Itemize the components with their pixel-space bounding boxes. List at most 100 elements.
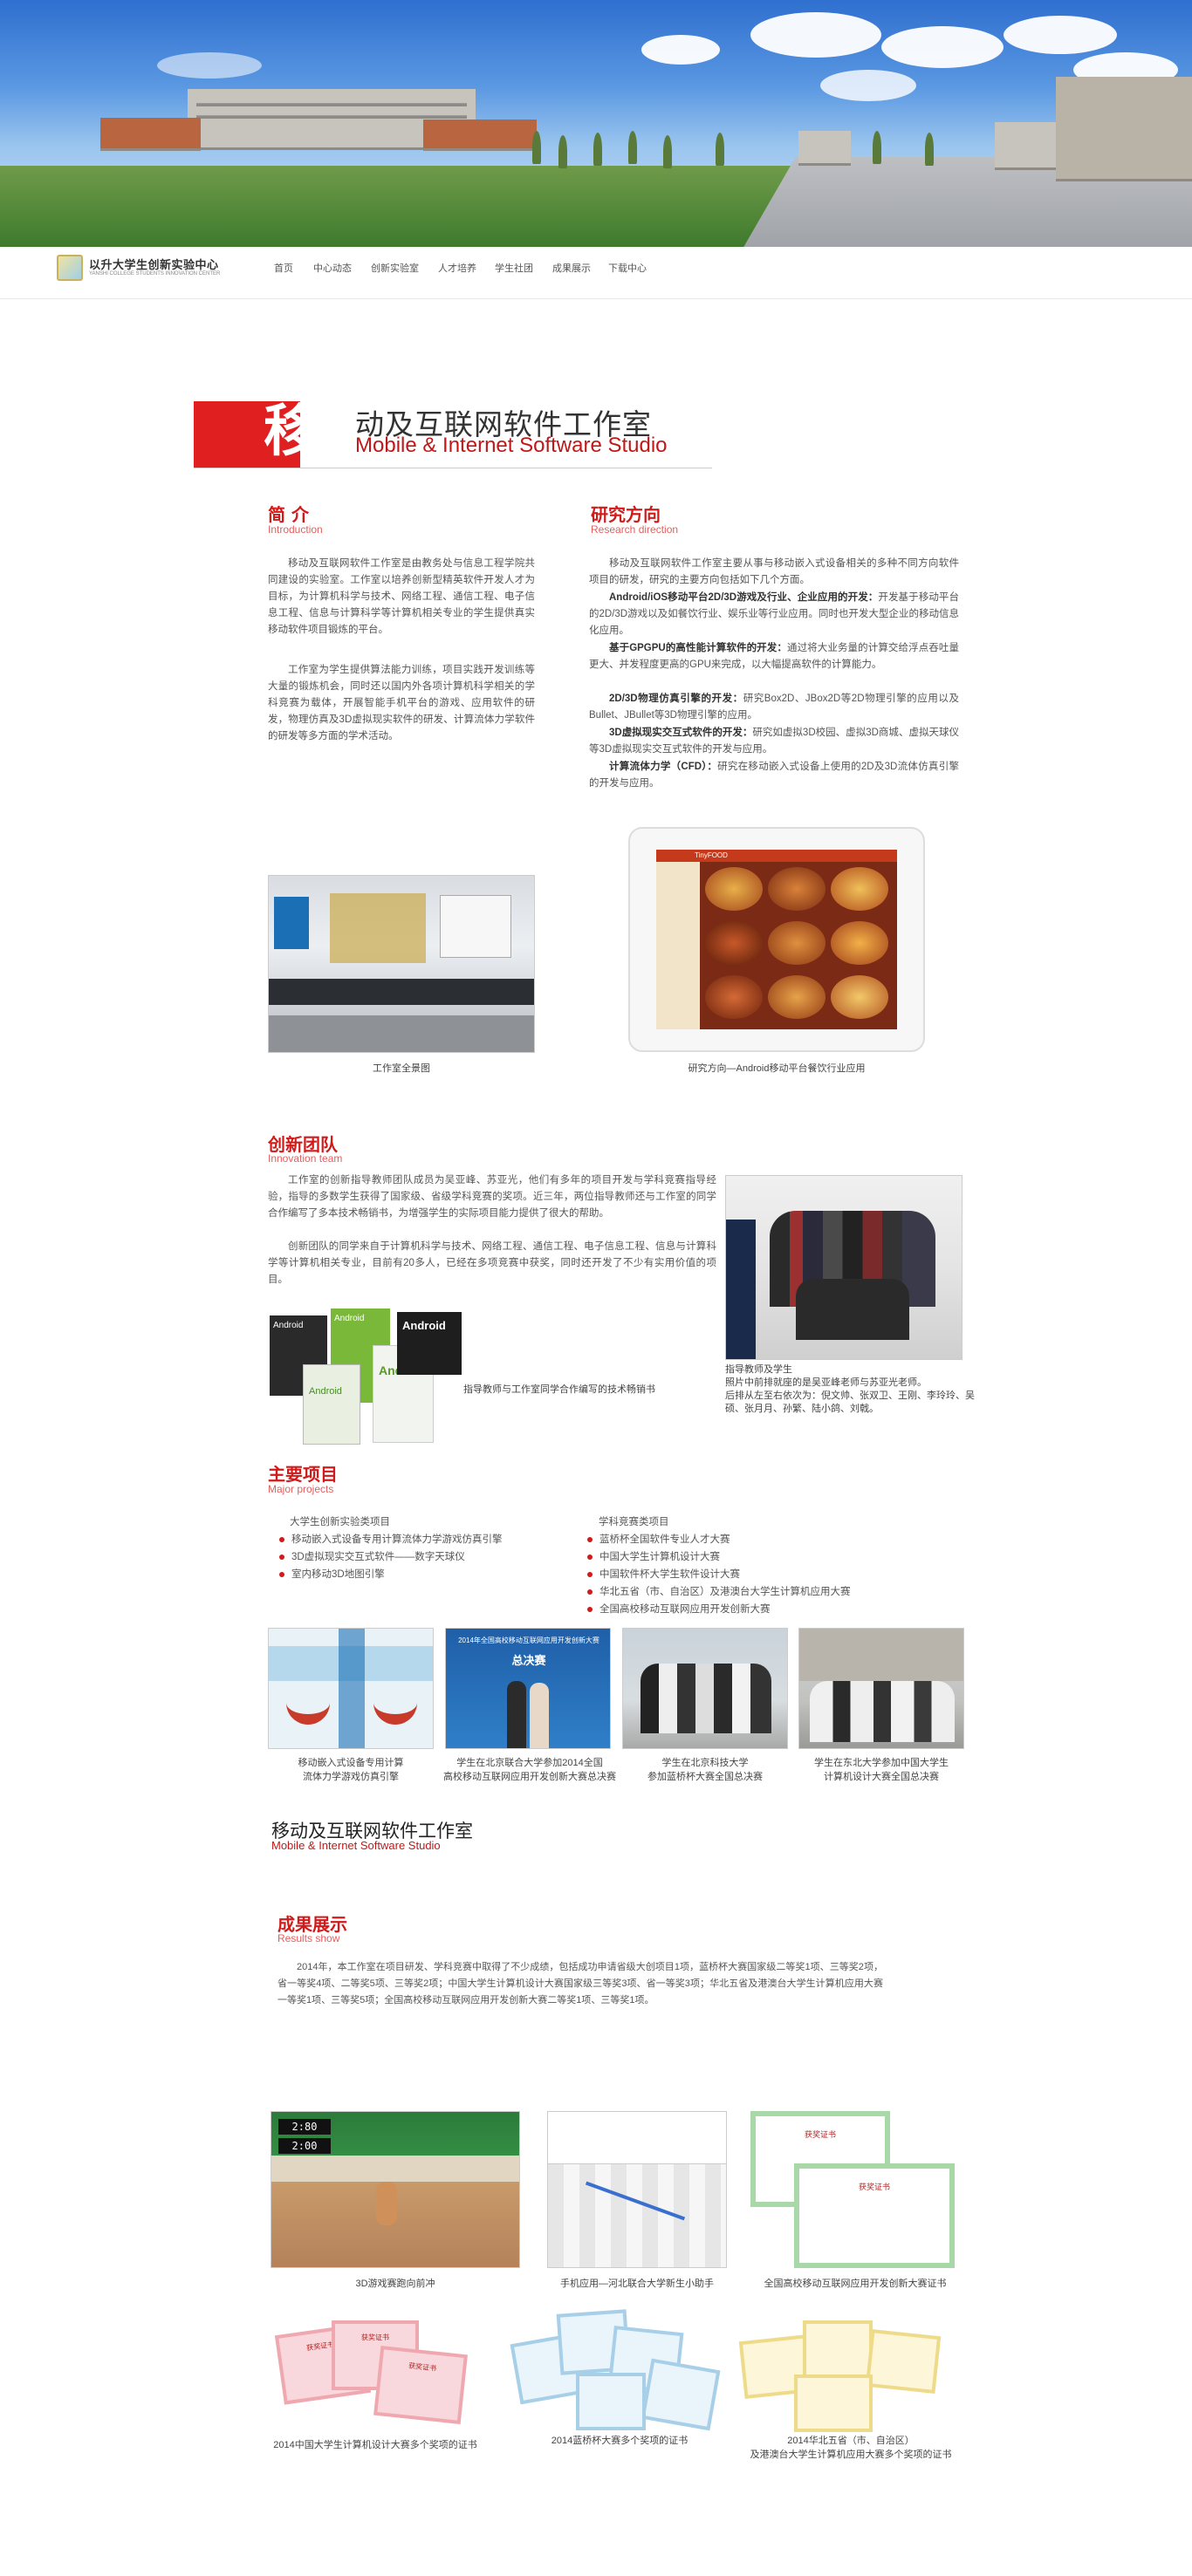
research-item-head: 3D虚拟现实交互式软件的开发： (609, 728, 753, 738)
competition-item: 全国高校移动互联网应用开发创新大赛 (587, 1602, 771, 1618)
site-logo-subtitle: YANSHI COLLEGE STUDENTS INNOVATION CENTE… (89, 271, 221, 277)
building-window-row (196, 103, 467, 106)
projects-left-heading: 大学生创新实验类项目 (290, 1517, 390, 1527)
certificate: 获奖证书 (794, 2163, 955, 2268)
tree (873, 131, 881, 164)
research-item: 3D虚拟现实交互式软件的开发：研究如虚拟3D校园、虚拟3D商城、虚拟天球仪等3D… (589, 725, 959, 758)
projects-right-heading: 学科竞赛类项目 (599, 1517, 669, 1527)
certificate-stack: 获奖证书 获奖证书 (750, 2111, 960, 2268)
mobile-map-screenshot (547, 2111, 727, 2268)
nav-link-labs[interactable]: 创新实验室 (371, 261, 419, 275)
game-timer: 2:80 (278, 2119, 331, 2135)
certificate (576, 2373, 646, 2430)
book-cover: Android (397, 1312, 462, 1375)
wall-panel (726, 1220, 756, 1359)
team-heading-english: Innovation team (268, 1152, 343, 1165)
tree (663, 135, 672, 168)
project-item-label: 室内移动3D地图引擎 (291, 1569, 385, 1580)
project-photo-caption: 学生在北京联合大学参加2014全国 高校移动互联网应用开发创新大赛总决赛 (443, 1758, 616, 1782)
bowl-shape (373, 1690, 417, 1725)
project-photo-caption: 学生在北京科技大学 参加蓝桥杯大赛全国总决赛 (647, 1758, 763, 1782)
certificate (794, 2374, 873, 2432)
intro-heading: 简 介 (268, 504, 309, 525)
tree (593, 133, 602, 166)
lanqiao-photo (622, 1628, 788, 1749)
page-title-english: Mobile & Internet Software Studio (355, 434, 668, 457)
team-paragraph-2: 创新团队的同学来自于计算机科学与技术、网络工程、通信工程、电子信息工程、信息与计… (268, 1241, 716, 1285)
nav-link-results[interactable]: 成果展示 (552, 261, 591, 275)
nav-link-clubs[interactable]: 学生社团 (495, 261, 533, 275)
food-dish (768, 867, 825, 911)
food-dish (768, 975, 825, 1019)
competition-item: 华北五省（市、自治区）及港澳台大学生计算机应用大赛 (587, 1584, 851, 1601)
books-photo: Android Android Android Android Android (268, 1308, 463, 1446)
bowl-shape (286, 1690, 330, 1725)
research-item-head: Android/iOS移动平台2D/3D游戏及行业、企业应用的开发： (609, 592, 879, 603)
food-dish (831, 975, 888, 1019)
research-item: Android/iOS移动平台2D/3D游戏及行业、企业应用的开发：开发基于移动… (589, 590, 959, 639)
tablet-app-screenshot: TinyFOOD (628, 827, 925, 1052)
competition-item-label: 中国大学生计算机设计大赛 (599, 1552, 720, 1562)
right-building (1056, 77, 1192, 181)
result-caption: 全国高校移动互联网应用开发创新大赛证书 (764, 2279, 947, 2289)
desk-row (269, 979, 534, 1005)
student-figure (530, 1683, 549, 1748)
certificate: 获奖证书 (373, 2345, 468, 2425)
food-dish (705, 921, 763, 965)
nav-link-talent[interactable]: 人才培养 (438, 261, 476, 275)
intro-paragraph-2: 工作室为学生提供算法能力训练，项目实践开发训练等大量的锻炼机会，同时还以国内外各… (268, 665, 535, 741)
tree (925, 133, 934, 166)
tablet-screen: TinyFOOD (656, 850, 897, 1029)
project-item: 3D虚拟现实交互式软件——数字天球仪 (279, 1549, 465, 1566)
result-caption: 2014华北五省（市、自治区） 及港澳台大学生计算机应用大赛多个奖项的证书 (750, 2436, 952, 2460)
project-item-label: 3D虚拟现实交互式软件——数字天球仪 (291, 1552, 465, 1562)
food-dish (705, 867, 763, 911)
food-dish (705, 975, 763, 1019)
bullet-dot-icon (587, 1606, 593, 1612)
students-group (810, 1681, 955, 1742)
competition-item: 蓝桥杯全国软件专业人才大赛 (587, 1532, 730, 1548)
site-logo-text[interactable]: 以升大学生创新实验中心 (89, 256, 219, 272)
tree (628, 131, 637, 164)
brick-building-right (423, 120, 537, 151)
projects-heading: 主要项目 (268, 1464, 338, 1485)
neu-photo (798, 1628, 964, 1749)
stands (271, 2156, 519, 2182)
projects-heading-english: Major projects (268, 1483, 334, 1495)
building-window-row (196, 115, 467, 119)
research-paragraph-intro: 移动及互联网软件工作室主要从事与移动嵌入式设备相关的多种不同方向软件项目的研发，… (589, 558, 959, 585)
bullet-dot-icon (587, 1589, 593, 1595)
project-photo-caption: 移动嵌入式设备专用计算 流体力学游戏仿真引擎 (298, 1758, 404, 1782)
books-caption: 指导教师与工作室同学合作编写的技术畅销书 (463, 1384, 655, 1395)
competition-item: 中国软件杯大学生软件设计大赛 (587, 1567, 740, 1583)
food-dish (831, 867, 888, 911)
bullet-dot-icon (279, 1571, 284, 1577)
logo-icon[interactable] (57, 255, 83, 281)
3d-game-screenshot: 2:80 2:00 (271, 2111, 520, 2268)
tree (532, 131, 541, 164)
cloud (820, 70, 916, 101)
nav-link-downloads[interactable]: 下载中心 (608, 261, 647, 275)
floor (269, 1015, 534, 1052)
result-caption: 3D游戏赛跑向前冲 (355, 2279, 435, 2289)
nav-link-home[interactable]: 首页 (274, 261, 293, 275)
results-heading-english: Results show (277, 1932, 340, 1944)
curtain (330, 893, 426, 963)
results-paragraph: 2014年，本工作室在项目研发、学科竞赛中取得了不少成绩，包括成功申请省级大创项… (277, 1962, 883, 2005)
studio-photo (268, 875, 535, 1053)
research-item-head: 计算流体力学（CFD）： (609, 762, 718, 772)
distant-building (798, 131, 851, 166)
runner-character (376, 2182, 397, 2225)
tree (716, 133, 724, 166)
cloud (881, 26, 1004, 68)
cloud (1004, 16, 1117, 54)
cloud (641, 35, 720, 65)
building-facade (799, 1629, 963, 1681)
nav-link-news[interactable]: 中心动态 (313, 261, 352, 275)
studio-photo-caption: 工作室全景图 (373, 1063, 430, 1074)
research-heading: 研究方向 (591, 504, 661, 525)
team-group-photo (725, 1175, 963, 1360)
intro-heading-english: Introduction (268, 523, 323, 536)
banner-caption-text: 2014年全国高校移动互联网应用开发创新大赛 (458, 1636, 599, 1644)
research-heading-english: Research direction (591, 523, 679, 536)
